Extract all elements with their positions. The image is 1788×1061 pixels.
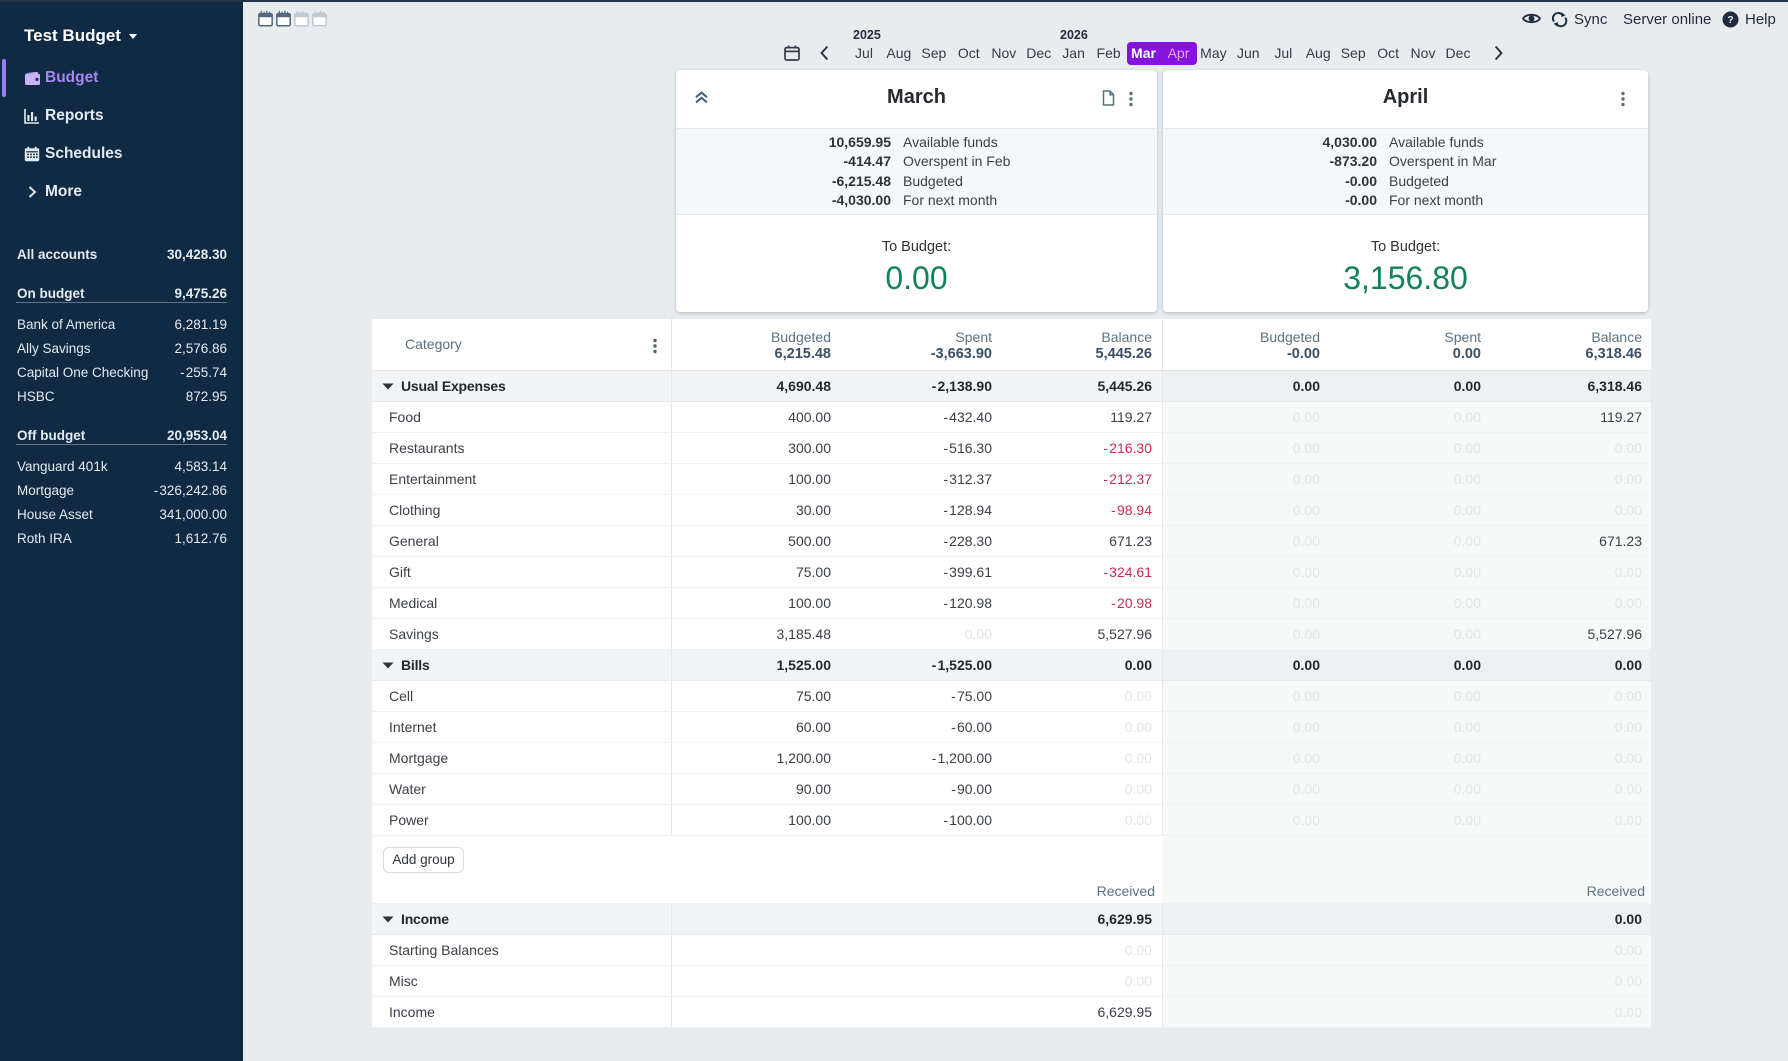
svg-text:?: ? (1727, 14, 1733, 26)
